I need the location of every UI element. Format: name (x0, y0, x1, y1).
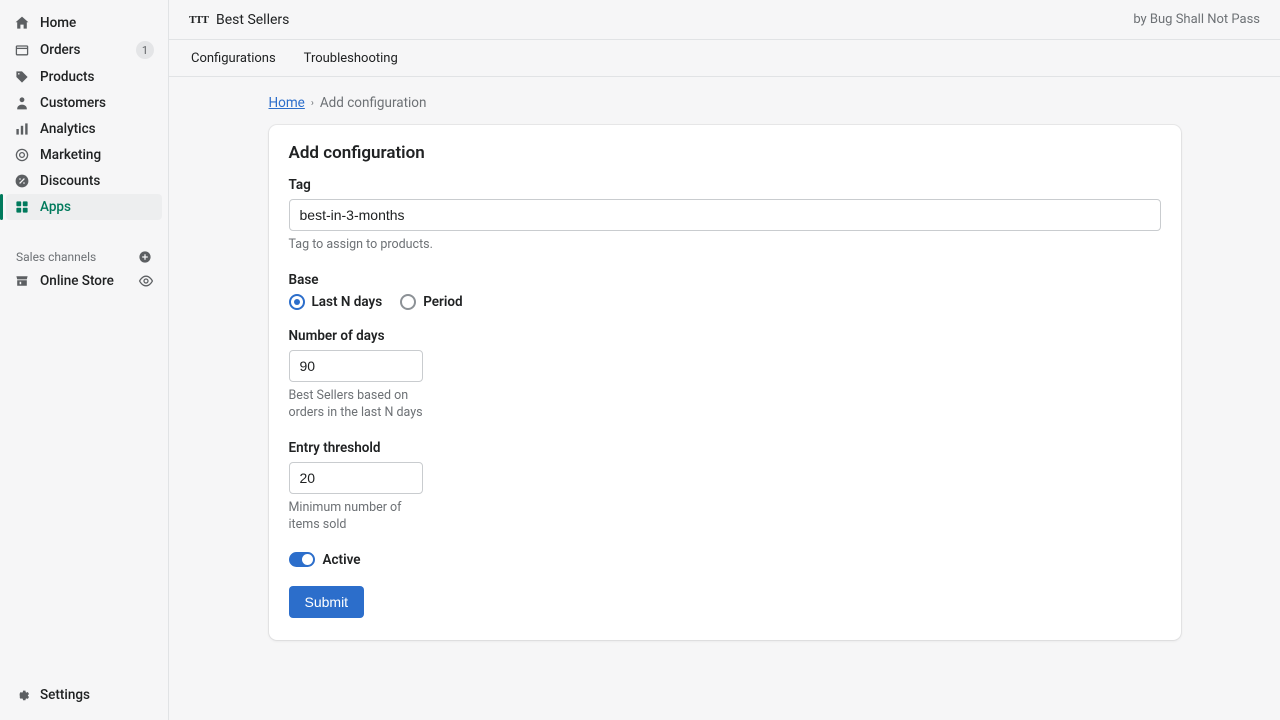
submit-button[interactable]: Submit (289, 586, 365, 618)
threshold-input[interactable] (289, 462, 423, 494)
days-label: Number of days (289, 328, 1161, 344)
sidebar-item-label: Apps (40, 199, 71, 215)
home-icon (14, 15, 30, 31)
discounts-icon (14, 173, 30, 189)
sidebar-item-label: Marketing (40, 147, 101, 163)
tabs-bar: Configurations Troubleshooting (169, 40, 1280, 77)
gear-icon (14, 687, 30, 703)
threshold-help: Minimum number of items sold (289, 499, 429, 534)
sidebar-item-label: Settings (40, 687, 90, 703)
sidebar-item-home[interactable]: Home (6, 10, 162, 36)
radio-period[interactable]: Period (400, 294, 462, 310)
threshold-label: Entry threshold (289, 440, 1161, 456)
sales-channels-heading: Sales channels (6, 242, 162, 268)
tag-help: Tag to assign to products. (289, 236, 1161, 254)
card-title: Add configuration (289, 143, 1161, 163)
sidebar-item-label: Online Store (40, 273, 114, 289)
sidebar-item-discounts[interactable]: Discounts (6, 168, 162, 194)
sidebar-item-label: Products (40, 69, 94, 85)
orders-icon (14, 42, 30, 58)
sidebar: Home Orders 1 Products Customers (0, 0, 169, 720)
days-help: Best Sellers based on orders in the last… (289, 387, 429, 422)
sidebar-item-label: Discounts (40, 173, 100, 189)
sidebar-item-analytics[interactable]: Analytics (6, 116, 162, 142)
breadcrumb-current: Add configuration (320, 95, 427, 111)
chevron-right-icon: › (311, 98, 314, 109)
products-icon (14, 69, 30, 85)
tab-configurations[interactable]: Configurations (189, 51, 278, 66)
channels-title: Sales channels (16, 250, 96, 264)
toggle-label: Active (323, 552, 361, 568)
view-store-icon[interactable] (138, 273, 154, 289)
sidebar-item-label: Home (40, 15, 76, 31)
active-toggle[interactable]: Active (289, 552, 1161, 568)
radio-last-n-days[interactable]: Last N days (289, 294, 383, 310)
radio-icon (400, 294, 416, 310)
store-icon (14, 273, 30, 289)
analytics-icon (14, 121, 30, 137)
sidebar-item-label: Orders (40, 42, 81, 58)
sidebar-item-label: Customers (40, 95, 106, 111)
radio-icon (289, 294, 305, 310)
sidebar-item-orders[interactable]: Orders 1 (6, 36, 162, 64)
radio-label: Period (423, 294, 462, 310)
sidebar-item-apps[interactable]: Apps (6, 194, 162, 220)
sidebar-item-customers[interactable]: Customers (6, 90, 162, 116)
tag-input[interactable] (289, 199, 1161, 231)
apps-icon (14, 199, 30, 215)
sidebar-item-products[interactable]: Products (6, 64, 162, 90)
marketing-icon (14, 147, 30, 163)
toggle-switch-icon (289, 552, 315, 567)
app-logo-icon: TTT (189, 14, 208, 26)
breadcrumb-home-link[interactable]: Home (269, 95, 305, 111)
app-author: by Bug Shall Not Pass (1133, 12, 1260, 27)
sidebar-item-label: Analytics (40, 121, 96, 137)
topbar: TTT Best Sellers by Bug Shall Not Pass (169, 0, 1280, 40)
sidebar-item-marketing[interactable]: Marketing (6, 142, 162, 168)
config-card: Add configuration Tag Tag to assign to p… (269, 125, 1181, 640)
days-input[interactable] (289, 350, 423, 382)
radio-label: Last N days (312, 294, 383, 310)
sidebar-item-online-store[interactable]: Online Store (6, 268, 162, 294)
customers-icon (14, 95, 30, 111)
add-channel-icon[interactable] (138, 250, 152, 264)
orders-badge: 1 (136, 41, 154, 59)
tag-label: Tag (289, 177, 1161, 193)
sidebar-item-settings[interactable]: Settings (6, 682, 162, 708)
app-title: Best Sellers (216, 12, 289, 28)
breadcrumb: Home › Add configuration (269, 95, 1181, 111)
base-label: Base (289, 272, 1161, 288)
tab-troubleshooting[interactable]: Troubleshooting (302, 51, 400, 66)
